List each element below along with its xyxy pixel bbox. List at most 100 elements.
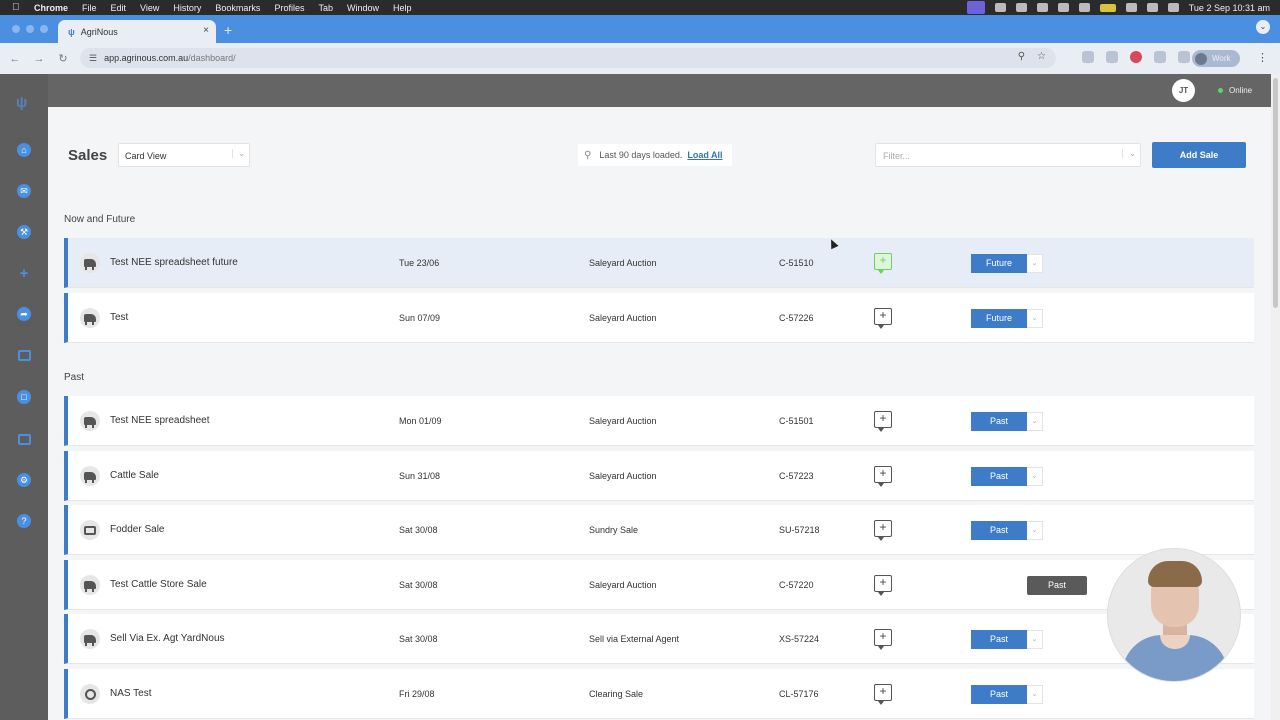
menu-edit[interactable]: Edit — [111, 3, 127, 13]
sale-row[interactable]: NAS Test Fri 29/08 Clearing Sale CL-5717… — [64, 669, 1254, 719]
spotlight-icon[interactable] — [1146, 3, 1158, 12]
add-comment-icon[interactable]: + — [874, 520, 892, 541]
chevron-down-icon[interactable]: ⌄ — [1027, 467, 1043, 486]
address-bar[interactable]: ☰ app.agrinous.com.au/dashboard/ ⚲ ☆ — [80, 48, 1056, 68]
status-button[interactable]: Past — [971, 521, 1027, 540]
close-tab-icon[interactable]: × — [203, 25, 209, 36]
menu-file[interactable]: File — [82, 3, 97, 13]
page-scrollbar[interactable] — [1271, 74, 1280, 720]
status-button[interactable]: Past — [971, 467, 1027, 486]
add-comment-icon[interactable]: + — [874, 629, 892, 650]
sale-name[interactable]: Test NEE spreadsheet future — [110, 257, 238, 268]
sale-row[interactable]: Test NEE spreadsheet Mon 01/09 Saleyard … — [64, 396, 1254, 446]
menu-tab[interactable]: Tab — [318, 3, 333, 13]
sidebar-home-icon[interactable]: ⌂ — [14, 140, 34, 160]
chrome-tray-icon[interactable] — [1015, 3, 1027, 12]
chevron-down-icon[interactable]: ⌄ — [1027, 254, 1043, 273]
sale-name[interactable]: Test — [110, 312, 128, 323]
browser-menu-icon[interactable]: ⋮ — [1257, 51, 1268, 64]
menu-chrome[interactable]: Chrome — [34, 3, 68, 13]
add-sale-button[interactable]: Add Sale — [1152, 142, 1246, 168]
menu-history[interactable]: History — [173, 3, 201, 13]
tab-search-icon[interactable]: ⌄ — [1256, 20, 1270, 34]
new-tab-icon[interactable]: + — [224, 22, 232, 38]
sidebar-document-icon[interactable]: □ — [14, 387, 34, 407]
site-info-icon[interactable]: ☰ — [89, 53, 97, 64]
minimize-window-button[interactable] — [26, 25, 34, 33]
status-select[interactable]: Future ⌄ — [971, 309, 1043, 328]
extension-icon-4[interactable] — [1154, 51, 1166, 63]
sale-name[interactable]: Test Cattle Store Sale — [110, 579, 207, 590]
status-select[interactable]: Past ⌄ — [971, 630, 1043, 649]
user-avatar[interactable]: JT — [1172, 79, 1195, 102]
sale-row[interactable]: Sell Via Ex. Agt YardNous Sat 30/08 Sell… — [64, 614, 1254, 664]
reload-icon[interactable]: ↻ — [51, 52, 75, 65]
add-comment-icon[interactable]: + — [874, 466, 892, 487]
status-select[interactable]: Past ⌄ — [971, 685, 1043, 704]
sale-row[interactable]: Test NEE spreadsheet future Tue 23/06 Sa… — [64, 238, 1254, 288]
profile-button[interactable]: Work — [1192, 50, 1240, 67]
scrollbar-thumb[interactable] — [1273, 78, 1278, 308]
add-comment-icon[interactable]: + — [874, 308, 892, 329]
battery-icon[interactable] — [1099, 3, 1116, 12]
sidebar-auction-gavel-icon[interactable]: ⚒ — [14, 222, 34, 242]
sidebar-settings-icon[interactable]: ⚙ — [14, 470, 34, 490]
menu-bookmarks[interactable]: Bookmarks — [215, 3, 260, 13]
sidebar-inbox-icon[interactable]: ✉ — [14, 181, 34, 201]
chevron-down-icon[interactable]: ⌄ — [1122, 149, 1136, 158]
forward-icon[interactable]: → — [27, 53, 51, 65]
sale-row[interactable]: Test Cattle Store Sale Sat 30/08 Saleyar… — [64, 560, 1254, 610]
status-select[interactable]: Past ⌄ — [971, 467, 1043, 486]
tray-app-icon-2[interactable] — [1036, 3, 1048, 12]
bluetooth-icon[interactable] — [1078, 3, 1090, 12]
sale-row[interactable]: Test Sun 07/09 Saleyard Auction C-57226 … — [64, 293, 1254, 343]
sidebar-support-icon[interactable]: ? — [14, 511, 34, 531]
menu-bar-clock[interactable]: Tue 2 Sep 10:31 am — [1189, 3, 1270, 13]
browser-tab[interactable]: ψ AgriNous × — [58, 20, 216, 43]
status-select[interactable]: Past ⌄ — [971, 412, 1043, 431]
status-select[interactable]: Future ⌄ — [971, 254, 1043, 273]
screen-record-icon[interactable] — [966, 1, 985, 14]
view-mode-select[interactable]: Card View ⌄ — [118, 143, 250, 167]
sale-name[interactable]: Fodder Sale — [110, 524, 164, 535]
sidebar-folder-icon[interactable] — [14, 429, 34, 449]
status-button[interactable]: Past — [971, 412, 1027, 431]
location-icon[interactable]: ⚲ — [1018, 51, 1025, 62]
zoom-window-button[interactable] — [40, 25, 48, 33]
sale-name[interactable]: NAS Test — [110, 688, 152, 699]
close-window-button[interactable] — [12, 25, 20, 33]
menu-view[interactable]: View — [140, 3, 159, 13]
menu-profiles[interactable]: Profiles — [274, 3, 304, 13]
wifi-icon[interactable] — [1125, 3, 1137, 12]
status-button[interactable]: Past — [971, 630, 1027, 649]
status-button[interactable]: Future — [971, 254, 1027, 273]
sidebar-contacts-icon[interactable] — [14, 345, 34, 365]
extension-icon-2[interactable] — [1106, 51, 1118, 63]
bookmark-star-icon[interactable]: ☆ — [1037, 51, 1046, 62]
extension-icon-3[interactable] — [1130, 51, 1142, 63]
chevron-down-icon[interactable]: ⌄ — [1027, 309, 1043, 328]
chevron-down-icon[interactable]: ⌄ — [1027, 685, 1043, 704]
menu-help[interactable]: Help — [393, 3, 412, 13]
status-button[interactable]: Past — [971, 685, 1027, 704]
status-select[interactable]: Past ⌄ — [971, 521, 1043, 540]
tray-app-icon-3[interactable] — [1057, 3, 1069, 12]
sale-row[interactable]: Cattle Sale Sun 31/08 Saleyard Auction C… — [64, 451, 1254, 501]
status-button[interactable]: Future — [971, 309, 1027, 328]
back-icon[interactable]: ← — [3, 53, 27, 65]
sale-name[interactable]: Cattle Sale — [110, 470, 159, 481]
apple-icon[interactable]:  — [12, 2, 22, 13]
extensions-puzzle-icon[interactable] — [1178, 51, 1190, 63]
add-comment-icon[interactable]: + — [874, 411, 892, 432]
sale-name[interactable]: Sell Via Ex. Agt YardNous — [110, 633, 225, 644]
agrinous-logo-icon[interactable]: ψ — [16, 94, 27, 111]
tray-app-icon[interactable] — [994, 3, 1006, 12]
sidebar-share-icon[interactable]: ➦ — [14, 304, 34, 324]
sidebar-add-icon[interactable]: + — [14, 263, 34, 283]
filter-input[interactable]: Filter... ⌄ — [875, 143, 1141, 167]
add-comment-icon[interactable]: + — [874, 253, 892, 274]
chevron-down-icon[interactable]: ⌄ — [1027, 412, 1043, 431]
sale-row[interactable]: Fodder Sale Sat 30/08 Sundry Sale SU-572… — [64, 505, 1254, 555]
add-comment-icon[interactable]: + — [874, 684, 892, 705]
load-all-link[interactable]: Load All — [687, 150, 722, 160]
